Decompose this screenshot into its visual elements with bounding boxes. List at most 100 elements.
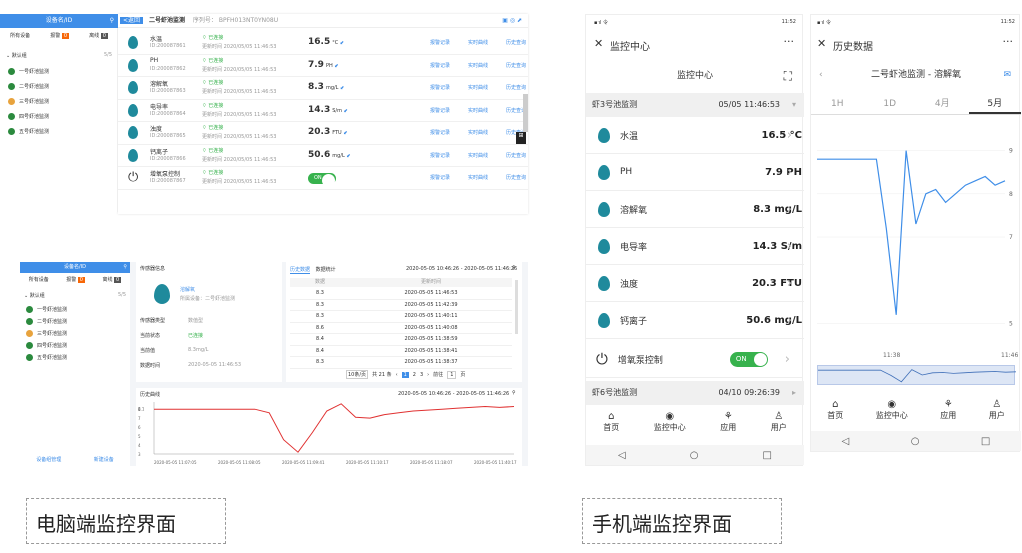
nav-home-icon[interactable]: ○ (911, 436, 920, 447)
scan-icon[interactable]: ⛶ (784, 63, 792, 89)
filter-all-devices[interactable]: 所有设备 (10, 32, 30, 39)
row-action-0[interactable]: 报警记录 (430, 129, 450, 136)
curve-range[interactable]: 2020-05-05 10:46:26 - 2020-05-05 11:46:2… (398, 391, 509, 397)
pond-item[interactable]: 三号虾池监测 (26, 327, 126, 339)
row-action-0[interactable]: 报警记录 (430, 84, 450, 91)
row-action-1[interactable]: 实时曲线 (468, 39, 488, 46)
period-tab[interactable]: 1H (811, 93, 864, 114)
pond-item[interactable]: 五号虾池监测 (8, 124, 108, 139)
row-action-0[interactable]: 报警记录 (430, 174, 450, 181)
row-action-0[interactable]: 报警记录 (430, 39, 450, 46)
pond-item[interactable]: 四号虾池监测 (26, 339, 126, 351)
table-row[interactable]: 8.3 2020-05-05 11:38:37 (290, 357, 512, 369)
pond-item[interactable]: 三号虾池监测 (8, 94, 108, 109)
row-action-1[interactable]: 实时曲线 (468, 84, 488, 91)
tab-history[interactable]: 历史数据 (290, 267, 311, 274)
tab-monitor[interactable]: ◉ 监控中心 (876, 399, 908, 427)
table-row[interactable]: 8.4 2020-05-05 11:38:59 (290, 334, 512, 346)
sensor-row[interactable]: 溶解氧 8.3 mg/L › (586, 191, 804, 228)
more-icon[interactable]: ··· (1003, 35, 1014, 48)
row-action-1[interactable]: 实时曲线 (468, 107, 488, 114)
row-action-2[interactable]: 历史查询 (506, 62, 526, 69)
sensor-row[interactable]: 钙离子 50.6 mg/L › (586, 302, 804, 339)
chevron-left-icon[interactable]: ‹ (819, 63, 823, 87)
table-row[interactable]: 8.6 2020-05-05 11:40:08 (290, 323, 512, 334)
close-icon[interactable]: ✕ (594, 37, 603, 50)
pump-toggle[interactable]: ON (308, 173, 336, 187)
filter-alarm[interactable]: 报警 0 (50, 32, 69, 39)
table-row[interactable]: 8.3 2020-05-05 11:40:11 (290, 311, 512, 323)
nav-back-icon[interactable]: ◁ (842, 436, 850, 447)
filter-offline[interactable]: 离线 0 (102, 276, 122, 283)
goto-input[interactable]: 1 (447, 370, 457, 379)
row-action-2[interactable]: 历史查询 (506, 39, 526, 46)
filter-alarm[interactable]: 报警 0 (66, 276, 85, 283)
device-group-2[interactable]: ⌄ 默认组 5/5 (24, 292, 126, 299)
row-action-1[interactable]: 实时曲线 (468, 152, 488, 159)
tab-apps[interactable]: ⚘ 应用 (720, 411, 736, 441)
tab-home[interactable]: ⌂ 首页 (603, 411, 619, 441)
period-tab[interactable]: 1D (864, 93, 917, 114)
more-icon[interactable]: ··· (784, 35, 795, 48)
page-3[interactable]: 3 (420, 372, 423, 378)
tab-user[interactable]: ♙ 用户 (771, 411, 787, 441)
page-2[interactable]: 2 (413, 372, 416, 378)
nav-recent-icon[interactable]: □ (763, 450, 772, 461)
back-button[interactable]: <返回 (120, 17, 144, 24)
pond-item[interactable]: 一号虾池监测 (26, 303, 126, 315)
group-manage-link[interactable]: 设备组管理 (36, 456, 61, 463)
row-action-2[interactable]: 历史查询 (506, 152, 526, 159)
nav-home-icon[interactable]: ○ (690, 450, 699, 461)
period-tab[interactable]: 4月 (916, 93, 969, 114)
filter-offline[interactable]: 离线 0 (89, 32, 108, 39)
row-action-0[interactable]: 报警记录 (430, 62, 450, 69)
sensor-row[interactable]: 浊度 20.3 FTU › (586, 265, 804, 302)
new-device-link[interactable]: 新建设备 (94, 456, 114, 463)
mail-icon[interactable]: ✉ (1003, 63, 1011, 87)
row-action-2[interactable]: 历史查询 (506, 84, 526, 91)
row-action-1[interactable]: 实时曲线 (468, 174, 488, 181)
chevron-right-icon[interactable]: › (785, 352, 790, 367)
sensor-row[interactable]: PH 7.9 PH › (586, 154, 804, 191)
sensor-row[interactable]: 水温 16.5 °C › (586, 117, 804, 154)
row-action-1[interactable]: 实时曲线 (468, 62, 488, 69)
pond-item[interactable]: 二号虾池监测 (8, 79, 108, 94)
tab-monitor[interactable]: ◉ 监控中心 (654, 411, 686, 441)
row-action-1[interactable]: 实时曲线 (468, 129, 488, 136)
tab-stats[interactable]: 数据统计 (316, 267, 336, 273)
row-action-0[interactable]: 报警记录 (430, 107, 450, 114)
group-header-1[interactable]: 虾3号池监测 05/05 11:46:53 ▾ (586, 93, 804, 117)
date-range[interactable]: 2020-05-05 10:46:26 - 2020-05-05 11:46:2… (406, 266, 517, 272)
sensor-row[interactable]: 电导率 14.3 S/m › (586, 228, 804, 265)
row-action-2[interactable]: 历史查询 (506, 174, 526, 181)
page-1[interactable]: 1 (401, 371, 409, 378)
search-icon[interactable]: ⚲ (512, 390, 516, 396)
table-row[interactable]: 8.3 2020-05-05 11:42:39 (290, 300, 512, 311)
nav-recent-icon[interactable]: □ (981, 436, 990, 447)
group-header-2[interactable]: 虾6号池监测 04/10 09:26:39 ▸ (586, 381, 804, 405)
side-widget-icon[interactable]: ⊞ (516, 132, 526, 144)
pond-item[interactable]: 二号虾池监测 (26, 315, 126, 327)
tab-apps[interactable]: ⚘ 应用 (940, 399, 956, 427)
device-search-bar-2[interactable]: 设备名/ID ⚲ (20, 262, 130, 273)
pond-item[interactable]: 五号虾池监测 (26, 351, 126, 363)
table-row[interactable]: 8.3 2020-05-05 11:46:53 (290, 288, 512, 300)
table-scrollbar[interactable] (515, 280, 518, 334)
page-size-select[interactable]: 10条/页 (346, 370, 369, 379)
nav-back-icon[interactable]: ◁ (618, 450, 626, 461)
header-tool-icons[interactable]: ▣ ◎ ⬈ (502, 14, 522, 28)
filter-all-devices[interactable]: 所有设备 (29, 276, 49, 283)
search-icon[interactable]: ⚲ (123, 262, 127, 273)
period-tab[interactable]: 5月 (968, 93, 1021, 114)
device-group[interactable]: ⌄ 默认组 5/5 (6, 52, 112, 59)
pond-item[interactable]: 一号虾池监测 (8, 64, 108, 79)
tab-user[interactable]: ♙ 用户 (989, 399, 1005, 427)
tab-home[interactable]: ⌂ 首页 (827, 399, 843, 427)
close-icon[interactable]: ✕ (817, 37, 826, 50)
next-page[interactable]: › (427, 372, 429, 378)
table-row[interactable]: 8.4 2020-05-05 11:38:41 (290, 346, 512, 357)
prev-page[interactable]: ‹ (396, 372, 398, 378)
range-slider[interactable] (817, 365, 1017, 385)
search-icon[interactable]: ⚲ (512, 265, 516, 271)
pond-item[interactable]: 四号虾池监测 (8, 109, 108, 124)
